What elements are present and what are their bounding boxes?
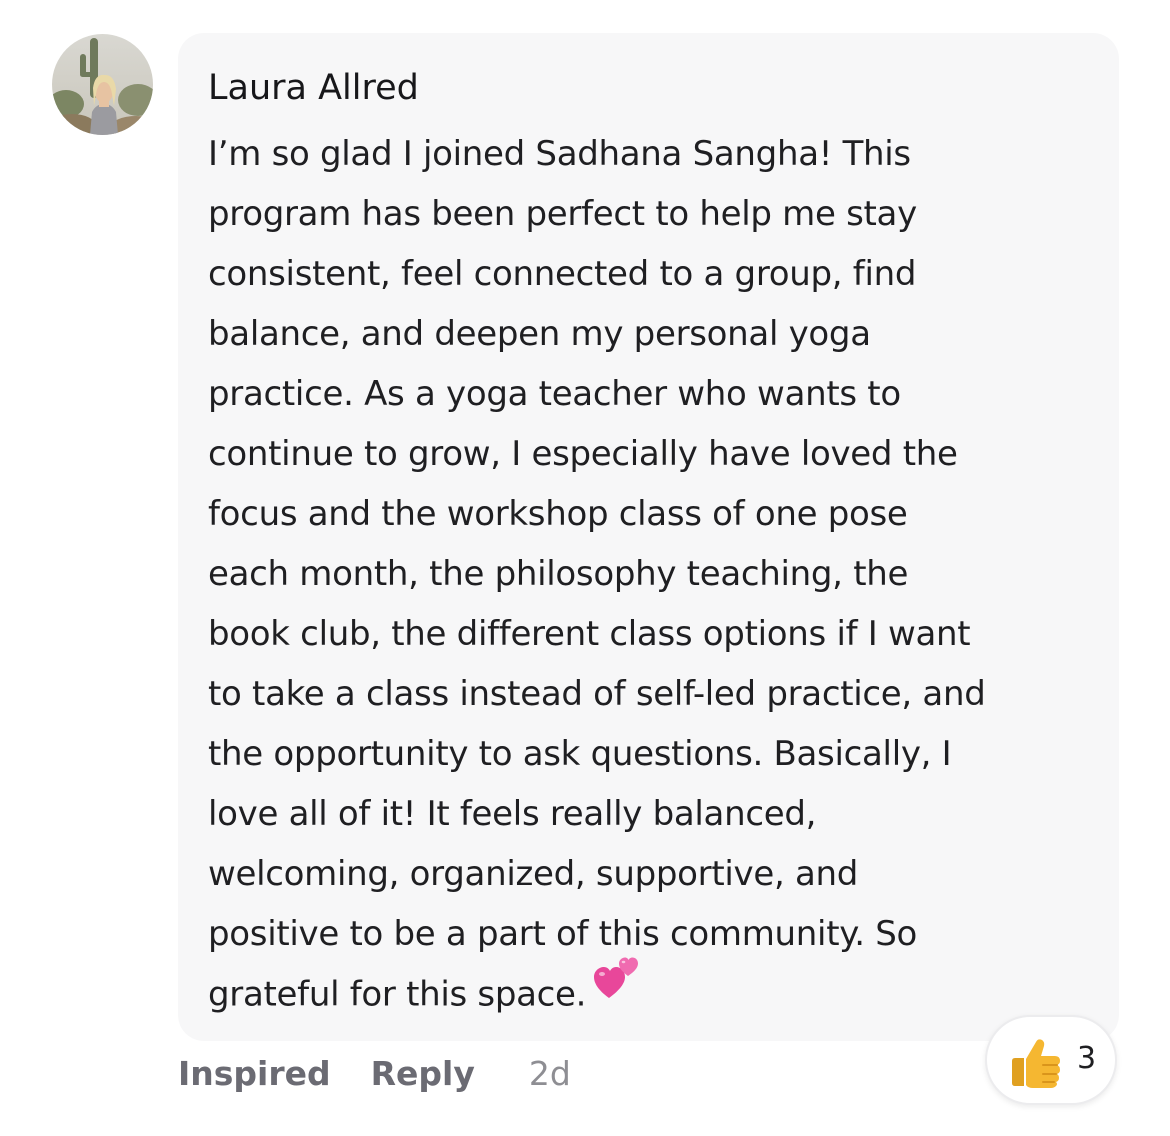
comment-line: practice. As a yoga teacher who wants to — [208, 374, 901, 414]
comment-line: love all of it! It feels really balanced… — [208, 794, 817, 834]
two-hearts-icon — [592, 954, 642, 1018]
avatar[interactable] — [52, 34, 153, 135]
comment-last-line: grateful for this space. — [208, 957, 1113, 1018]
comment-body: I’m so glad I joined Sadhana Sangha! Thi… — [208, 124, 1113, 1018]
comment-timestamp: 2d — [528, 1053, 571, 1093]
thumbs-up-icon — [1007, 1034, 1063, 1094]
comment-line: focus and the workshop class of one pose — [208, 494, 908, 534]
inspired-button[interactable]: Inspired — [178, 1054, 331, 1093]
reaction-button[interactable]: 3 — [985, 1015, 1117, 1105]
comment-line: positive to be a part of this community.… — [208, 914, 918, 954]
comment-line: book club, the different class options i… — [208, 614, 971, 654]
comment-line: program has been perfect to help me stay — [208, 194, 917, 234]
comment-actions: Inspired Reply 2d — [178, 1048, 571, 1098]
comment-line: each month, the philosophy teaching, the — [208, 554, 909, 594]
comment-line: continue to grow, I especially have love… — [208, 434, 958, 474]
reaction-count: 3 — [1077, 1041, 1097, 1076]
comment-line: balance, and deepen my personal yoga — [208, 314, 871, 354]
comment-line: welcoming, organized, supportive, and — [208, 854, 859, 894]
reply-button[interactable]: Reply — [371, 1054, 475, 1093]
comment-line: I’m so glad I joined Sadhana Sangha! Thi… — [208, 134, 911, 174]
comment-line: to take a class instead of self-led prac… — [208, 674, 986, 714]
comment-line: the opportunity to ask questions. Basica… — [208, 734, 952, 774]
comment-author[interactable]: Laura Allred — [208, 66, 419, 110]
comment-line: grateful for this space. — [208, 974, 587, 1015]
comment-line: consistent, feel connected to a group, f… — [208, 254, 917, 294]
avatar-photo — [52, 34, 153, 135]
